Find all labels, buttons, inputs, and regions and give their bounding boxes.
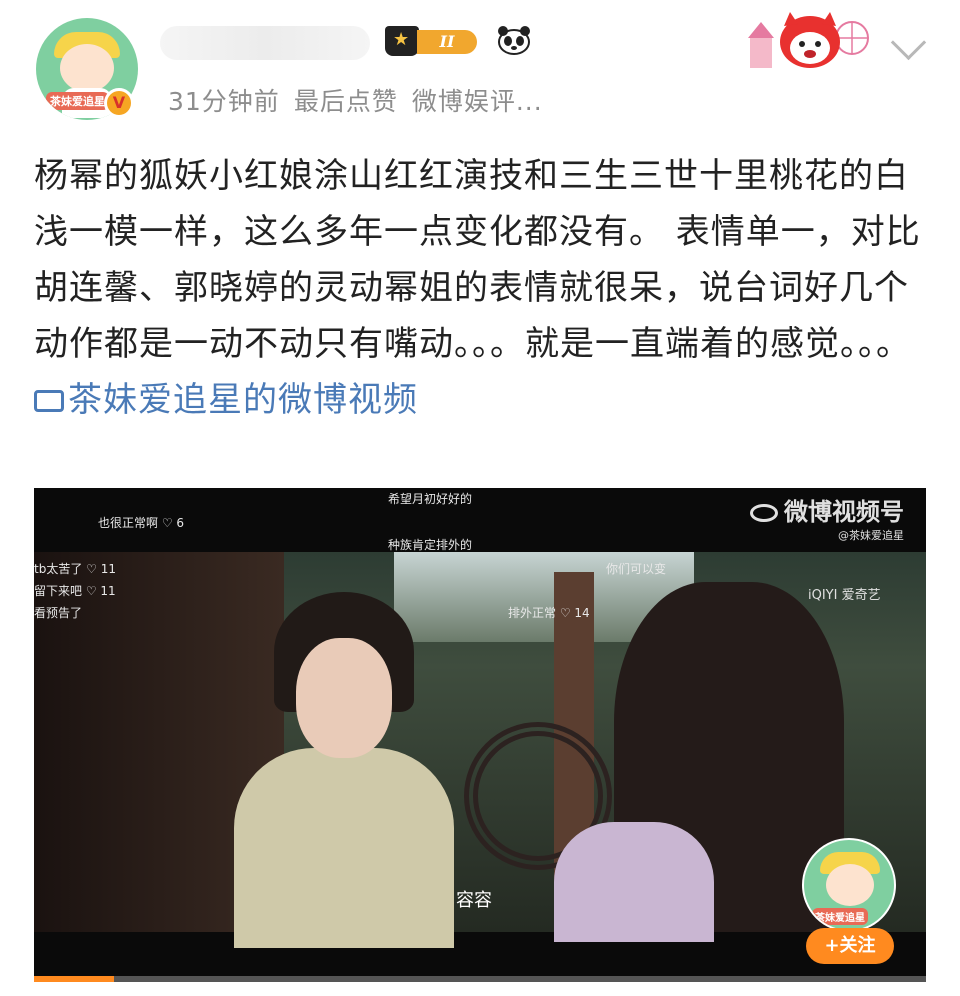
post-source[interactable]: 微博娱评... <box>412 87 543 116</box>
avatar-label: 茶妹爱追星 <box>46 92 109 110</box>
chevron-down-icon[interactable] <box>890 24 927 61</box>
danmaku-comment: 排外正常 ♡ 14 <box>508 606 590 620</box>
weibo-eye-icon <box>750 504 778 522</box>
username-redacted[interactable] <box>160 26 370 60</box>
video-link-label: 茶妹爱追星的微博视频 <box>68 380 418 420</box>
weibo-video-watermark: 微博视频号 @茶妹爱追星 <box>750 492 904 543</box>
crown-icon <box>385 26 419 56</box>
video-subtitle: 容容 <box>456 890 492 911</box>
verified-badge-icon: V <box>104 88 134 118</box>
iqiyi-logo: iQIYI 爱奇艺 <box>808 588 881 603</box>
danmaku-comment: tb太苦了 ♡ 11 <box>34 562 116 576</box>
mascot-decoration-icon <box>748 12 869 68</box>
danmaku-comment: 留下来吧 ♡ 11 <box>34 584 116 598</box>
uploader-avatar[interactable]: 茶妹爱追星 <box>802 838 896 932</box>
follow-button[interactable]: +关注 <box>806 928 894 964</box>
danmaku-comment: 看预告了 <box>34 606 83 620</box>
post-time: 31分钟前 <box>168 87 280 116</box>
video-frame <box>34 552 926 948</box>
danmaku-comment: 你们可以变 <box>606 562 667 576</box>
video-link[interactable]: 茶妹爱追星的微博视频 <box>34 380 418 420</box>
danmaku-comment: 种族肯定排外的 <box>388 538 473 552</box>
video-player[interactable]: 希望月初好好的 也很正常啊 ♡ 6 种族肯定排外的 你们可以变 tb太苦了 ♡ … <box>34 488 926 982</box>
vip-badge[interactable]: II <box>385 24 485 60</box>
video-progress-fill <box>34 976 115 982</box>
post-meta: 31分钟前 最后点赞 微博娱评... <box>168 82 557 118</box>
vip-level: II <box>417 30 477 54</box>
post-text: 杨幂的狐妖小红娘涂山红红演技和三生三世十里桃花的白浅一模一样，这么多年一点变化都… <box>34 148 926 428</box>
video-camera-icon <box>34 390 64 412</box>
post-body: 杨幂的狐妖小红娘涂山红红演技和三生三世十里桃花的白浅一模一样，这么多年一点变化都… <box>34 156 921 364</box>
danmaku-comment: 也很正常啊 ♡ 6 <box>98 516 185 530</box>
video-progress-bar[interactable] <box>34 976 926 982</box>
post-last-like: 最后点赞 <box>293 87 398 116</box>
panda-icon <box>498 26 530 55</box>
danmaku-comment: 希望月初好好的 <box>388 492 473 506</box>
avatar-face <box>60 44 114 92</box>
